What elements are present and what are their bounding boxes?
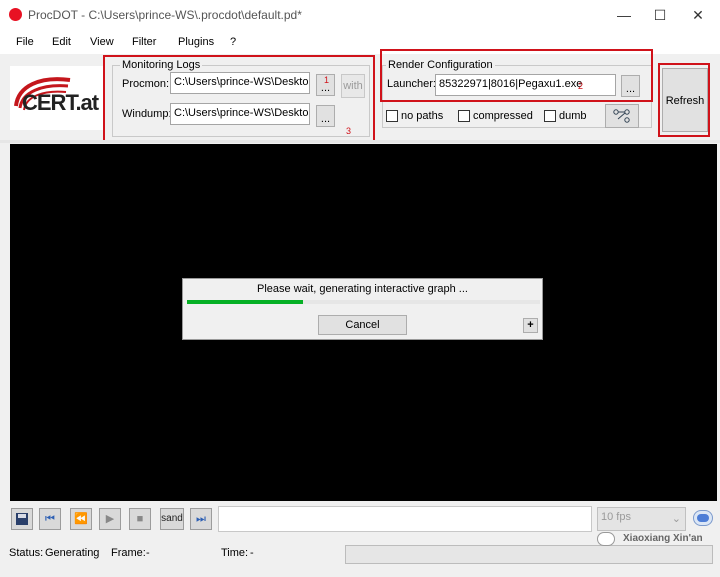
logo-text: CERT.at [22,90,99,115]
divider [0,140,720,143]
disk-icon [16,513,28,525]
menu-file[interactable]: File [16,36,34,48]
stop-icon: ■ [136,513,144,525]
window-title: ProcDOT - C:\Users\prince-WS\.procdot\de… [28,8,302,22]
dumb-checkbox[interactable] [544,110,556,122]
minimize-button[interactable]: — [604,4,644,26]
annotation-number-3: 3 [346,126,352,136]
dumb-label: dumb [559,110,587,122]
annotation-number-2: 2 [578,81,584,91]
toggle-knob-icon [697,514,709,522]
compressed-checkbox[interactable] [458,110,470,122]
graph-layout-button[interactable] [605,104,639,128]
cancel-button[interactable]: Cancel [318,315,407,335]
menu-view[interactable]: View [90,36,114,48]
maximize-button[interactable]: ☐ [640,4,680,26]
annotation-box-3 [103,55,375,142]
skip-last-icon: ⏭ [196,513,206,525]
annotation-box-2 [380,49,653,102]
no-paths-checkbox[interactable] [386,110,398,122]
expand-button[interactable]: + [523,318,538,333]
chevron-down-icon: ⌄ [671,513,681,525]
frame-label: Frame: [111,547,146,559]
no-paths-label: no paths [401,110,444,122]
app-icon [9,8,22,21]
close-button[interactable]: ✕ [678,4,718,26]
status-label: Status: [9,547,44,559]
fps-select[interactable]: 10 fps ⌄ [597,507,686,531]
graph-nodes-icon [613,109,630,123]
rewind-icon: ⏪ [74,513,88,525]
progress-bar-fill [187,300,303,304]
save-frame-button[interactable] [11,508,33,530]
sand-button[interactable]: sand [160,508,184,530]
play-icon: ▶ [105,513,115,525]
progress-message: Please wait, generating interactive grap… [257,283,468,295]
menu-edit[interactable]: Edit [52,36,71,48]
play-button[interactable]: ▶ [99,508,121,530]
menu-filter[interactable]: Filter [132,36,156,48]
skip-first-icon: ⏮ [45,513,55,525]
menu-plugins[interactable]: Plugins [178,36,214,48]
time-label: Time: [221,547,249,559]
time-value: - [250,547,254,559]
compressed-label: compressed [473,110,533,122]
frame-value: - [146,547,150,559]
last-frame-button[interactable]: ⏭ [190,508,212,530]
status-progress-bar [345,545,713,564]
previous-frame-button[interactable]: ⏪ [70,508,92,530]
fps-value: 10 fps [601,511,631,523]
chat-bubble-icon [597,532,615,546]
annotation-number-1: 1 [324,75,330,85]
toggle-button[interactable] [693,510,713,526]
stop-button[interactable]: ■ [129,508,151,530]
status-value: Generating [45,547,100,559]
annotation-box-refresh [658,63,710,137]
watermark-text: Xiaoxiang Xin'an [623,533,703,544]
first-frame-button[interactable]: ⏮ [39,508,61,530]
menu-help[interactable]: ? [230,36,236,48]
timeline-slider[interactable] [218,506,592,532]
